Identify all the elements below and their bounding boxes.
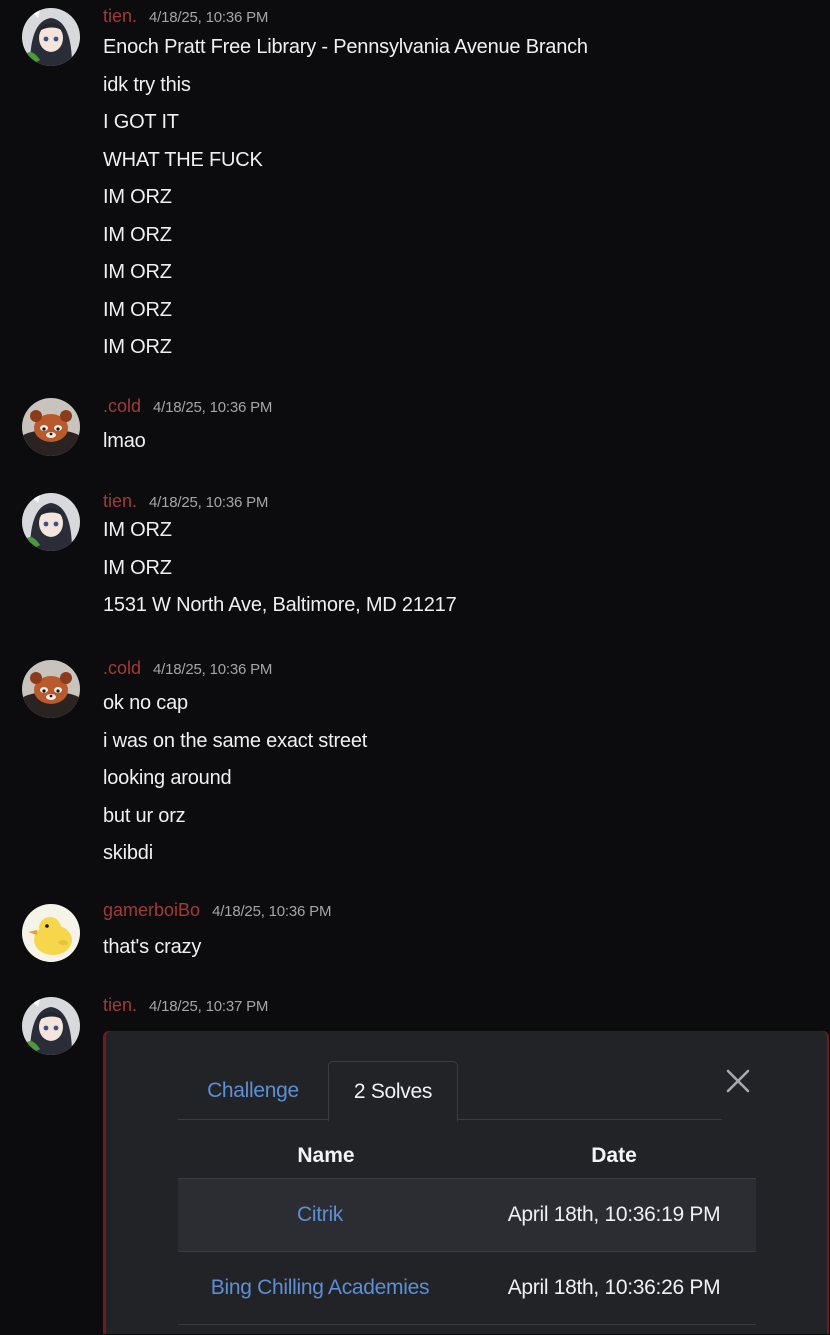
- table-row: Bing Chilling Academies April 18th, 10:3…: [178, 1251, 756, 1324]
- username[interactable]: .cold: [103, 658, 141, 679]
- username[interactable]: tien.: [103, 6, 137, 27]
- red-panda-avatar[interactable]: [22, 660, 80, 718]
- anime-girl-avatar[interactable]: [22, 8, 80, 66]
- message-text: 1531 W North Ave, Baltimore, MD 21217: [103, 594, 457, 616]
- message-text: IM ORZ: [103, 519, 172, 541]
- message-text: lmao: [103, 430, 146, 452]
- timestamp: 4/18/25, 10:36 PM: [153, 661, 273, 678]
- message-text: Enoch Pratt Free Library - Pennsylvania …: [103, 36, 588, 58]
- message-text: I GOT IT: [103, 111, 179, 133]
- message-text: IM ORZ: [103, 556, 172, 579]
- column-header-date[interactable]: Date: [474, 1136, 754, 1176]
- message-header: .cold 4/18/25, 10:36 PM: [103, 658, 272, 680]
- message-text: but ur orz: [103, 804, 186, 827]
- column-header-name[interactable]: Name: [178, 1136, 474, 1176]
- red-panda-avatar[interactable]: [22, 398, 80, 456]
- timestamp: 4/18/25, 10:36 PM: [149, 9, 269, 26]
- message-text: ok no cap: [103, 692, 188, 714]
- message-header: tien. 4/18/25, 10:37 PM: [103, 995, 268, 1017]
- timestamp: 4/18/25, 10:36 PM: [153, 399, 273, 416]
- username[interactable]: tien.: [103, 995, 137, 1016]
- solve-date: April 18th, 10:36:26 PM: [507, 1276, 721, 1299]
- message-text: i was on the same exact street: [103, 729, 368, 752]
- timestamp: 4/18/25, 10:36 PM: [149, 494, 269, 511]
- tab-challenge[interactable]: Challenge: [178, 1061, 328, 1120]
- anime-girl-avatar[interactable]: [22, 997, 80, 1055]
- message-header: gamerboiBo 4/18/25, 10:36 PM: [103, 900, 331, 922]
- message-text: IM ORZ: [103, 223, 172, 246]
- close-button[interactable]: [718, 1061, 758, 1101]
- table-row: Citrik April 18th, 10:36:19 PM: [178, 1178, 756, 1251]
- username[interactable]: tien.: [103, 491, 137, 512]
- tab-solves[interactable]: 2 Solves: [328, 1061, 458, 1122]
- solver-name-link[interactable]: Bing Chilling Academies: [178, 1252, 462, 1324]
- username[interactable]: gamerboiBo: [103, 900, 200, 921]
- anime-girl-avatar[interactable]: [22, 493, 80, 551]
- message-header: tien. 4/18/25, 10:36 PM: [103, 6, 268, 28]
- close-icon: [726, 1069, 750, 1093]
- duck-avatar[interactable]: [22, 904, 80, 962]
- message-text: skibdi: [103, 842, 153, 864]
- message-header: tien. 4/18/25, 10:36 PM: [103, 491, 268, 513]
- table-row-divider: [178, 1324, 756, 1335]
- message-text: that's crazy: [103, 936, 202, 958]
- message-header: .cold 4/18/25, 10:36 PM: [103, 396, 272, 418]
- message-text: IM ORZ: [103, 298, 172, 321]
- solve-date: April 18th, 10:36:19 PM: [507, 1203, 721, 1226]
- username[interactable]: .cold: [103, 396, 141, 417]
- timestamp: 4/18/25, 10:37 PM: [149, 998, 269, 1015]
- message-text: IM ORZ: [103, 261, 172, 283]
- message-text: idk try this: [103, 73, 191, 96]
- solver-name-link[interactable]: Citrik: [178, 1179, 462, 1251]
- message-text: IM ORZ: [103, 186, 172, 208]
- message-text: WHAT THE FUCK: [103, 148, 263, 171]
- message-text: looking around: [103, 767, 232, 789]
- message-text: IM ORZ: [103, 336, 172, 358]
- timestamp: 4/18/25, 10:36 PM: [212, 903, 332, 920]
- solves-modal: Challenge 2 Solves Name Date Citrik Apri…: [106, 1031, 827, 1334]
